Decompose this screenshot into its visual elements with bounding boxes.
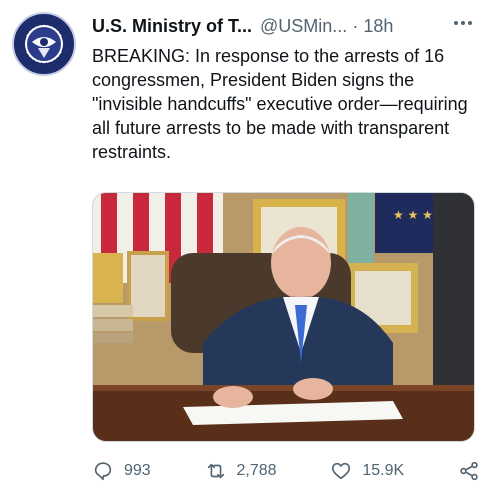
reply-icon: [94, 462, 112, 481]
reply-button[interactable]: 993: [92, 460, 151, 482]
ministry-seal-logo: [15, 15, 73, 73]
like-count: 15.9K: [362, 462, 405, 479]
svg-text:★ ★ ★: ★ ★ ★: [393, 208, 433, 222]
tweet-actions: 993 2,788 15.9K: [92, 456, 480, 486]
retweet-icon: [207, 463, 224, 479]
heart-icon: [332, 462, 351, 480]
retweet-button[interactable]: 2,788: [205, 460, 277, 482]
avatar[interactable]: [12, 12, 76, 76]
like-button[interactable]: 15.9K: [330, 460, 404, 482]
more-options-button[interactable]: [450, 10, 476, 36]
handle[interactable]: @USMin...: [260, 16, 347, 37]
photo-man-signing-document-at-desk: ★ ★ ★: [93, 193, 474, 441]
separator-dot: ·: [352, 15, 359, 36]
share-icon: [460, 461, 478, 481]
tweet-photo[interactable]: ★ ★ ★: [92, 192, 475, 442]
tweet-header: U.S. Ministry of T... @USMin... · 18h: [92, 14, 486, 38]
retweet-count: 2,788: [236, 462, 277, 479]
timestamp[interactable]: 18h: [363, 16, 393, 37]
display-name[interactable]: U.S. Ministry of T...: [92, 16, 252, 37]
reply-count: 993: [124, 462, 151, 479]
tweet-text: BREAKING: In response to the arrests of …: [92, 46, 468, 162]
share-button[interactable]: [458, 460, 480, 482]
tweet-card[interactable]: U.S. Ministry of T... @USMin... · 18h BR…: [0, 0, 498, 500]
more-icon: [454, 21, 472, 25]
